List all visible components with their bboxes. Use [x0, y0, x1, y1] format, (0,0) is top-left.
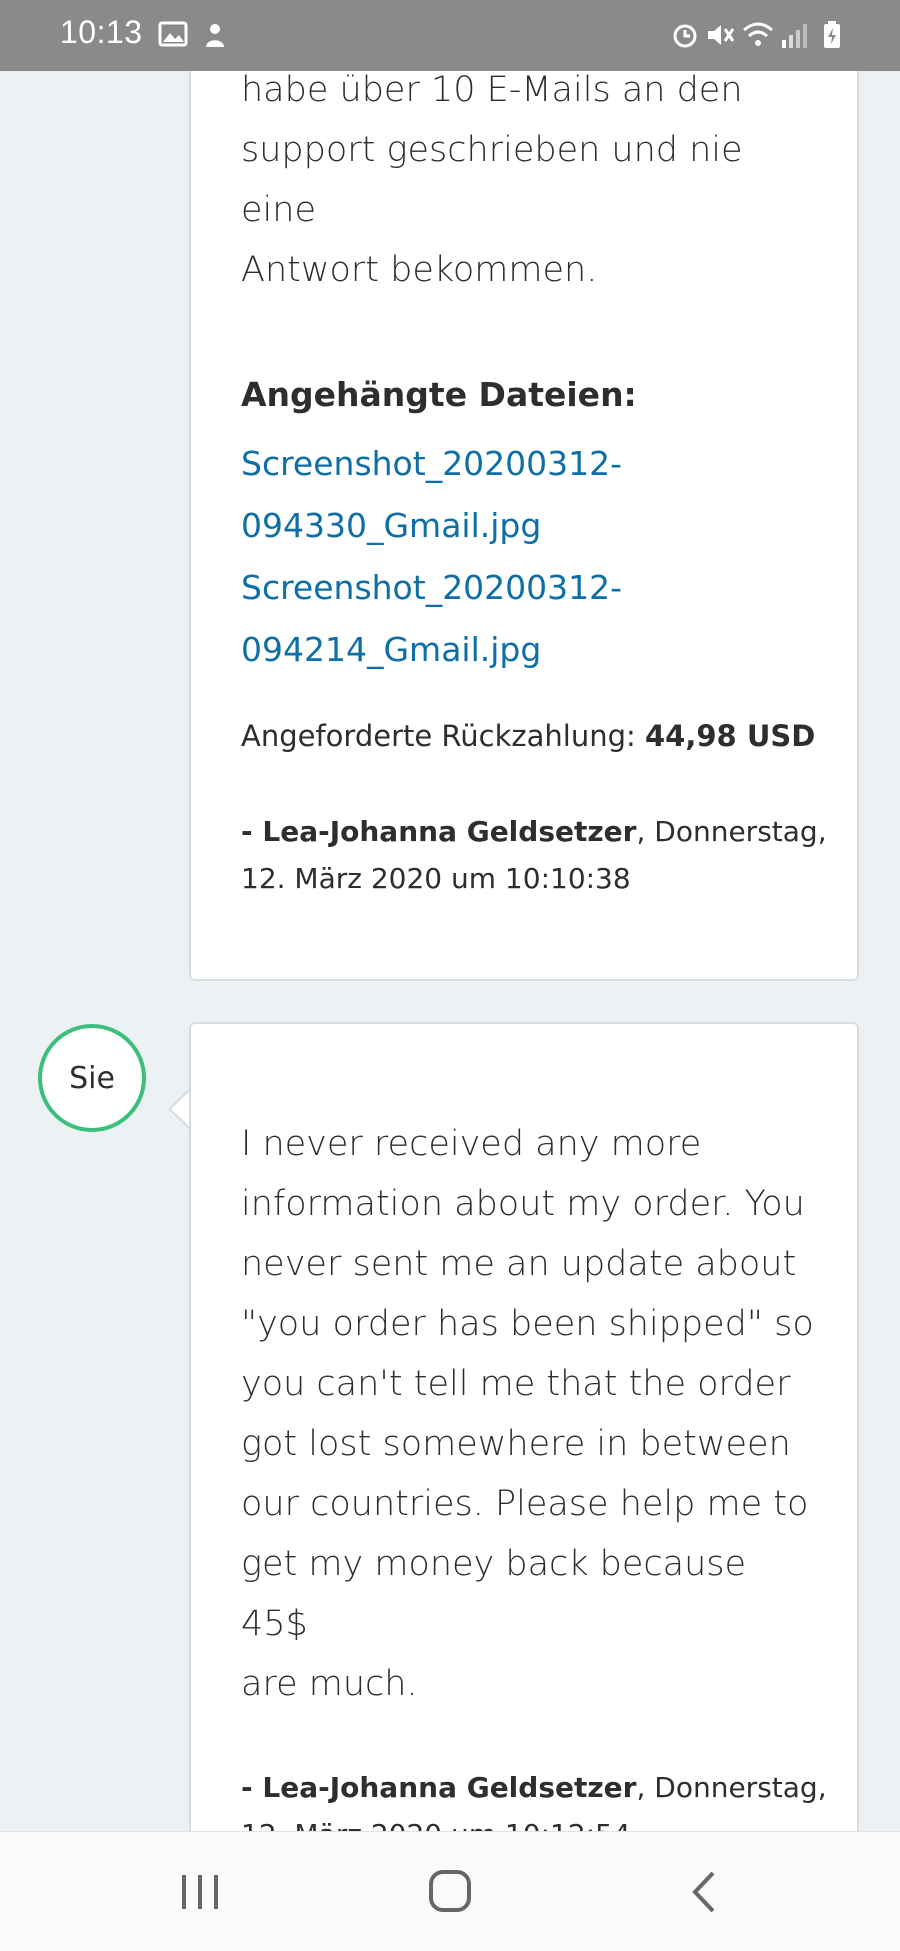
attachment-link-line: 094330_Gmail.jpg: [241, 506, 542, 545]
message-body: I never received any more information ab…: [241, 1114, 821, 1714]
avatar-label: Sie: [69, 1060, 115, 1096]
attachment-link-1[interactable]: Screenshot_20200312- 094330_Gmail.jpg: [241, 433, 801, 557]
avatar: Sie: [38, 1024, 146, 1132]
refund-request: Angeforderte Rückzahlung: 44,98 USD: [241, 719, 815, 753]
mute-icon: [705, 20, 735, 55]
back-icon[interactable]: [675, 1867, 735, 1917]
message-line: got lost somewhere in between: [241, 1424, 791, 1464]
message-line: never sent me an update about: [241, 1244, 797, 1284]
attachments-list: Screenshot_20200312- 094330_Gmail.jpg Sc…: [241, 433, 801, 681]
refund-amount: 44,98 USD: [645, 719, 816, 753]
refund-label: Angeforderte Rückzahlung:: [241, 719, 636, 753]
image-icon: [158, 20, 188, 53]
message-date-weekday: , Donnerstag,: [636, 815, 827, 848]
message-line: I never received any more: [241, 1124, 702, 1164]
message-line: get my money back because 45$: [241, 1544, 747, 1644]
message-signature: - Lea-Johanna Geldsetzer, Donnerstag, 12…: [241, 1764, 831, 1831]
navigation-bar: [0, 1831, 900, 1951]
message-date-weekday: , Donnerstag,: [636, 1771, 827, 1804]
message-line: Antwort bekommen.: [241, 250, 598, 290]
message-line: you can't tell me that the order: [241, 1364, 791, 1404]
signal-icon: [780, 20, 810, 55]
attachment-link-line: 094214_Gmail.jpg: [241, 630, 542, 669]
attachment-link-2[interactable]: Screenshot_20200312- 094214_Gmail.jpg: [241, 557, 801, 681]
home-icon[interactable]: [420, 1867, 480, 1917]
message-line: are much.: [241, 1664, 418, 1704]
attachment-link-line: Screenshot_20200312-: [241, 568, 623, 607]
message-line: information about my order. You: [241, 1184, 805, 1224]
recent-apps-icon[interactable]: [170, 1867, 230, 1917]
status-time: 10:13: [60, 14, 143, 50]
author-name: - Lea-Johanna Geldsetzer: [241, 815, 637, 848]
wifi-icon: [742, 20, 774, 55]
alarm-icon: [670, 20, 700, 55]
author-name: - Lea-Johanna Geldsetzer: [241, 1771, 637, 1804]
message-line: support geschrieben und nie eine: [241, 130, 743, 230]
message-card-agent: habe über 10 E-Mails an den support gesc…: [189, 71, 859, 981]
message-thread[interactable]: habe über 10 E-Mails an den support gesc…: [0, 71, 900, 1831]
attachment-link-line: Screenshot_20200312-: [241, 444, 623, 483]
battery-icon: [822, 20, 842, 55]
message-date: 12. März 2020 um 10:10:38: [241, 862, 631, 895]
message-line: "you order has been shipped" so: [241, 1304, 814, 1344]
message-line: our countries. Please help me to: [241, 1484, 809, 1524]
message-card-user: I never received any more information ab…: [189, 1022, 859, 1831]
message-line: habe über 10 E-Mails an den: [241, 71, 743, 110]
message-date: 12. März 2020 um 10:12:54: [241, 1818, 631, 1831]
notification-icon: [202, 20, 228, 55]
message-body: habe über 10 E-Mails an den support gesc…: [241, 71, 821, 300]
message-signature: - Lea-Johanna Geldsetzer, Donnerstag, 12…: [241, 808, 831, 902]
status-bar: 10:13: [0, 0, 900, 71]
attachments-heading: Angehängte Dateien:: [241, 375, 637, 414]
